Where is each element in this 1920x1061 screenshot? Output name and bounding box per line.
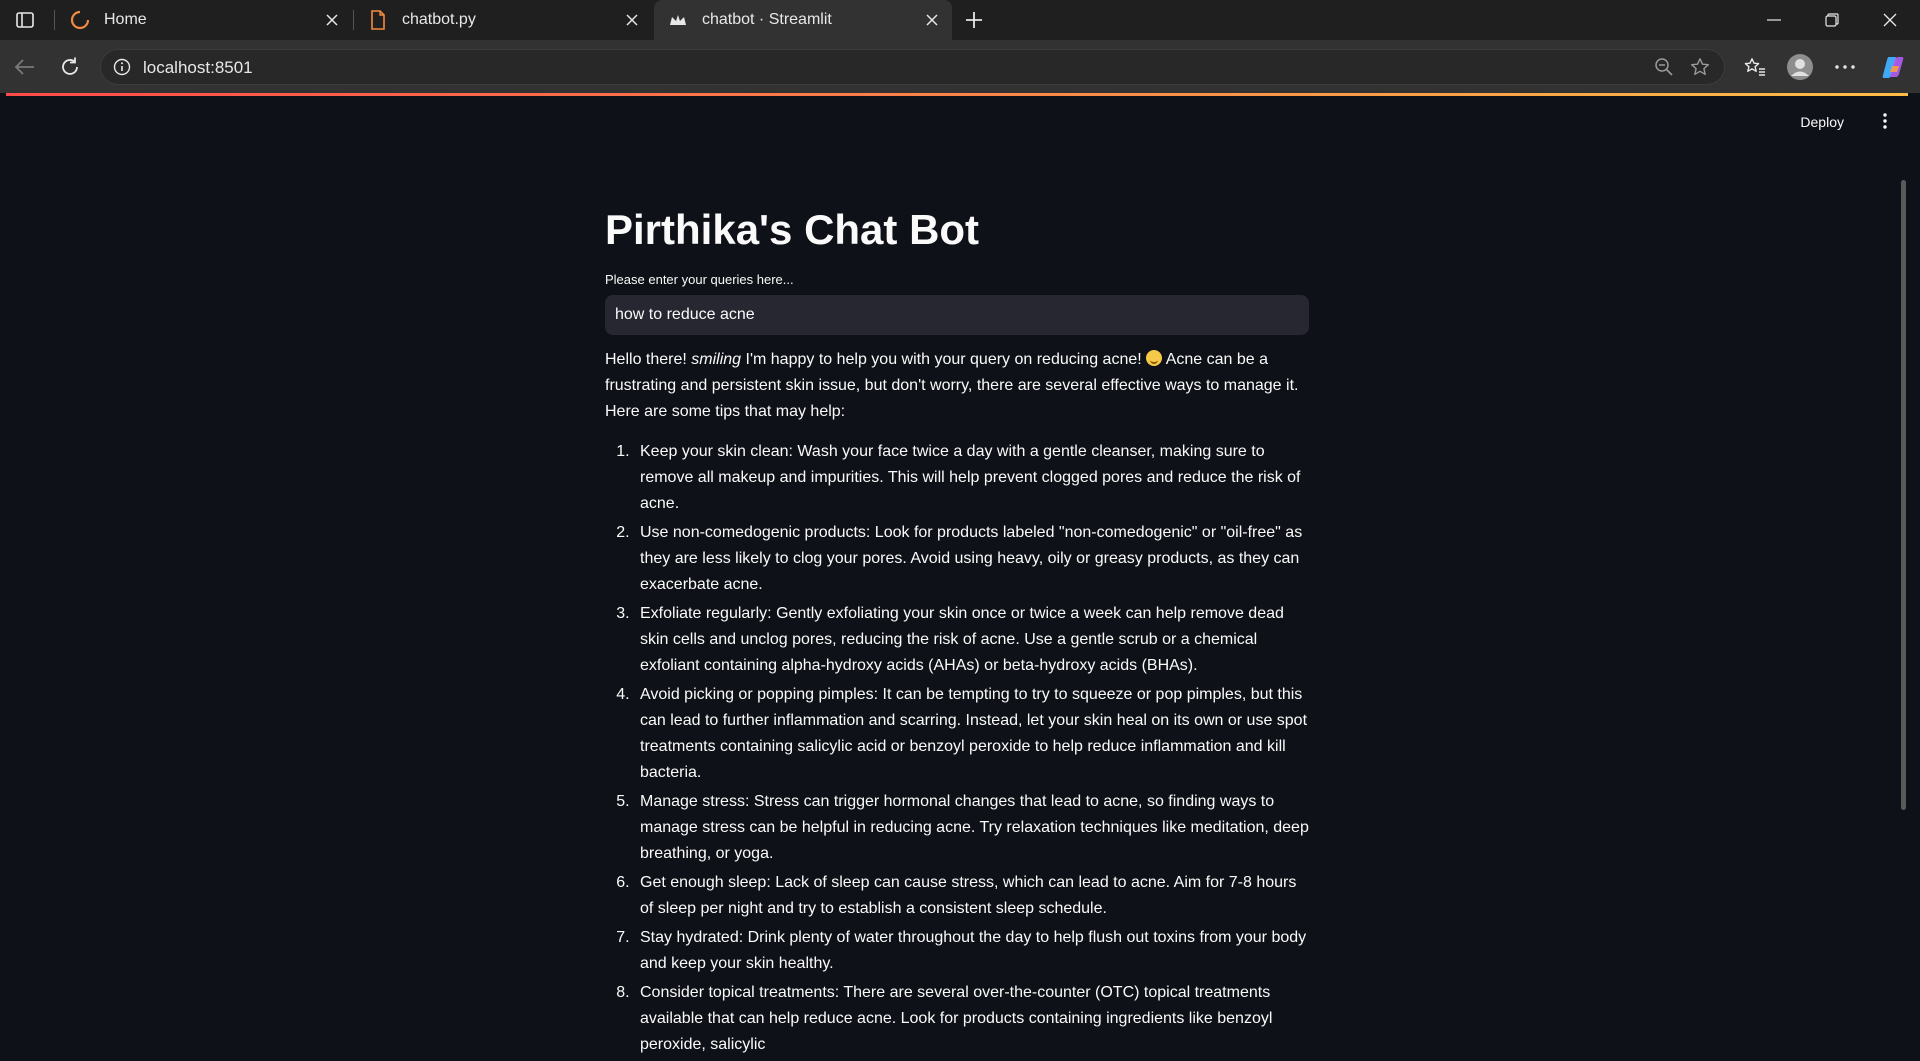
address-bar[interactable]: localhost:8501 [100, 49, 1725, 85]
streamlit-app: Deploy Pirthika's Chat Bot Please enter … [6, 96, 1908, 1053]
main-menu-icon[interactable] [1874, 108, 1896, 134]
tab-chatbot-py[interactable]: chatbot.py [354, 0, 652, 40]
page-title: Pirthika's Chat Bot [605, 206, 980, 253]
browser-tab-strip: Home chatbot.py chatbot · Streamlit [0, 0, 1920, 40]
file-icon [368, 10, 388, 30]
back-arrow-icon[interactable] [10, 53, 38, 81]
profile-avatar-icon[interactable] [1786, 53, 1814, 81]
smiling-emoji-icon [1146, 350, 1163, 366]
url-text[interactable]: localhost:8501 [143, 58, 253, 78]
list-item: Get enough sleep: Lack of sleep can caus… [634, 870, 1309, 922]
copilot-icon[interactable] [1879, 53, 1907, 81]
list-item: Avoid picking or popping pimples: It can… [634, 682, 1309, 786]
close-tab-icon[interactable] [622, 10, 642, 30]
response-intro: Hello there! smiling I'm happy to help y… [605, 350, 1299, 420]
list-item: Stay hydrated: Drink plenty of water thr… [634, 925, 1309, 977]
deploy-button[interactable]: Deploy [1794, 110, 1850, 134]
list-item: Manage stress: Stress can trigger hormon… [634, 789, 1309, 867]
minimize-icon[interactable] [1746, 0, 1802, 40]
list-item: Exfoliate regularly: Gently exfoliating … [634, 601, 1309, 679]
tab-title: chatbot · Streamlit [702, 11, 832, 28]
restore-icon[interactable] [1804, 0, 1860, 40]
tab-home[interactable]: Home [56, 0, 352, 40]
reload-icon[interactable] [56, 53, 84, 81]
close-window-icon[interactable] [1862, 0, 1918, 40]
tab-title: chatbot.py [402, 11, 476, 28]
list-item: Use non-comedogenic products: Look for p… [634, 520, 1309, 598]
list-item: Consider topical treatments: There are s… [634, 980, 1309, 1058]
bot-response: Hello there! smiling I'm happy to help y… [605, 347, 1309, 1058]
close-tab-icon[interactable] [322, 10, 342, 30]
favorite-star-icon[interactable] [1690, 57, 1710, 77]
tips-list: Keep your skin clean: Wash your face twi… [605, 439, 1309, 1058]
browser-toolbar: localhost:8501 [0, 40, 1920, 93]
tab-separator [54, 10, 55, 30]
list-item: Keep your skin clean: Wash your face twi… [634, 439, 1309, 517]
query-input[interactable] [605, 295, 1309, 335]
favorites-icon[interactable] [1741, 53, 1769, 81]
scrollbar-thumb[interactable] [1901, 180, 1906, 810]
query-input-label: Please enter your queries here... [605, 272, 794, 287]
scrollbar[interactable] [1900, 136, 1908, 1020]
loading-spinner-icon [70, 10, 90, 30]
new-tab-icon[interactable] [960, 8, 988, 32]
streamlit-crown-icon [668, 10, 688, 30]
tab-streamlit[interactable]: chatbot · Streamlit [654, 0, 952, 40]
tab-title: Home [104, 11, 147, 28]
zoom-out-icon[interactable] [1654, 57, 1674, 77]
more-options-icon[interactable] [1831, 53, 1859, 81]
main-content: Pirthika's Chat Bot Please enter your qu… [605, 204, 1309, 1061]
site-info-icon[interactable] [113, 58, 131, 76]
close-tab-icon[interactable] [922, 10, 942, 30]
sidebar-toggle-icon[interactable] [12, 8, 38, 32]
